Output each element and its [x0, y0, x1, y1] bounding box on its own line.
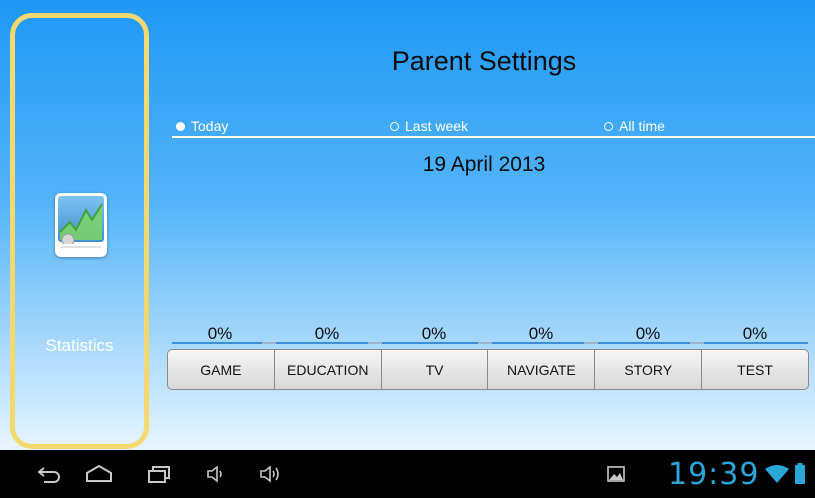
percent-test: 0%: [742, 324, 768, 343]
radio-label: Last week: [405, 118, 469, 134]
app-screen: Statistics Parent Settings Today Last we…: [0, 0, 815, 450]
gallery-icon[interactable]: [606, 450, 626, 498]
clock: 19:39: [668, 457, 760, 492]
recents-icon[interactable]: [147, 450, 173, 498]
percent-underline: [478, 342, 492, 344]
percent-game: 0%: [207, 324, 233, 343]
volume-up-icon[interactable]: [258, 450, 284, 498]
radio-dot: [390, 121, 399, 131]
category-button-navigate[interactable]: NAVIGATE: [488, 350, 596, 389]
radio-all-time[interactable]: All time: [604, 118, 665, 134]
percent-tv: 0%: [421, 324, 447, 343]
category-button-tv[interactable]: TV: [382, 350, 489, 389]
category-tabs: GAME EDUCATION TV NAVIGATE STORY TEST: [167, 349, 809, 390]
sidebar-item-statistics[interactable]: Statistics: [10, 13, 149, 449]
radio-dot: [176, 121, 185, 131]
category-button-story[interactable]: STORY: [595, 350, 703, 389]
percent-underline: [584, 342, 598, 344]
percent-navigate: 0%: [528, 324, 554, 343]
home-icon[interactable]: [85, 450, 113, 498]
radio-label: All time: [619, 118, 665, 134]
page-title: Parent Settings: [391, 46, 577, 76]
percent-underline: [492, 342, 584, 344]
wifi-icon: [764, 450, 790, 498]
percent-underline: [382, 342, 478, 344]
radio-today[interactable]: Today: [176, 118, 228, 134]
percent-story: 0%: [635, 324, 661, 343]
divider: [172, 136, 815, 138]
system-navigation-bar: 19:39: [0, 450, 815, 498]
radio-label: Today: [191, 118, 229, 134]
date-label: 19 April 2013: [422, 153, 546, 176]
percent-education: 0%: [314, 324, 340, 343]
statistics-tile[interactable]: [55, 193, 107, 257]
chart-icon: [58, 196, 104, 254]
percent-underline: [368, 342, 382, 344]
category-button-test[interactable]: TEST: [702, 350, 808, 389]
percent-underline: [262, 342, 276, 344]
percent-underline: [704, 342, 808, 344]
battery-icon: [794, 450, 806, 498]
percent-underline: [598, 342, 690, 344]
percent-underline: [690, 342, 704, 344]
percent-underline: [276, 342, 368, 344]
radio-dot: [604, 121, 613, 131]
radio-last-week[interactable]: Last week: [390, 118, 468, 134]
volume-down-icon[interactable]: [205, 450, 227, 498]
sidebar-item-label: Statistics: [45, 336, 114, 355]
percent-underline: [172, 342, 262, 344]
category-button-game[interactable]: GAME: [168, 350, 275, 389]
category-button-education[interactable]: EDUCATION: [275, 350, 382, 389]
back-icon[interactable]: [36, 450, 62, 498]
